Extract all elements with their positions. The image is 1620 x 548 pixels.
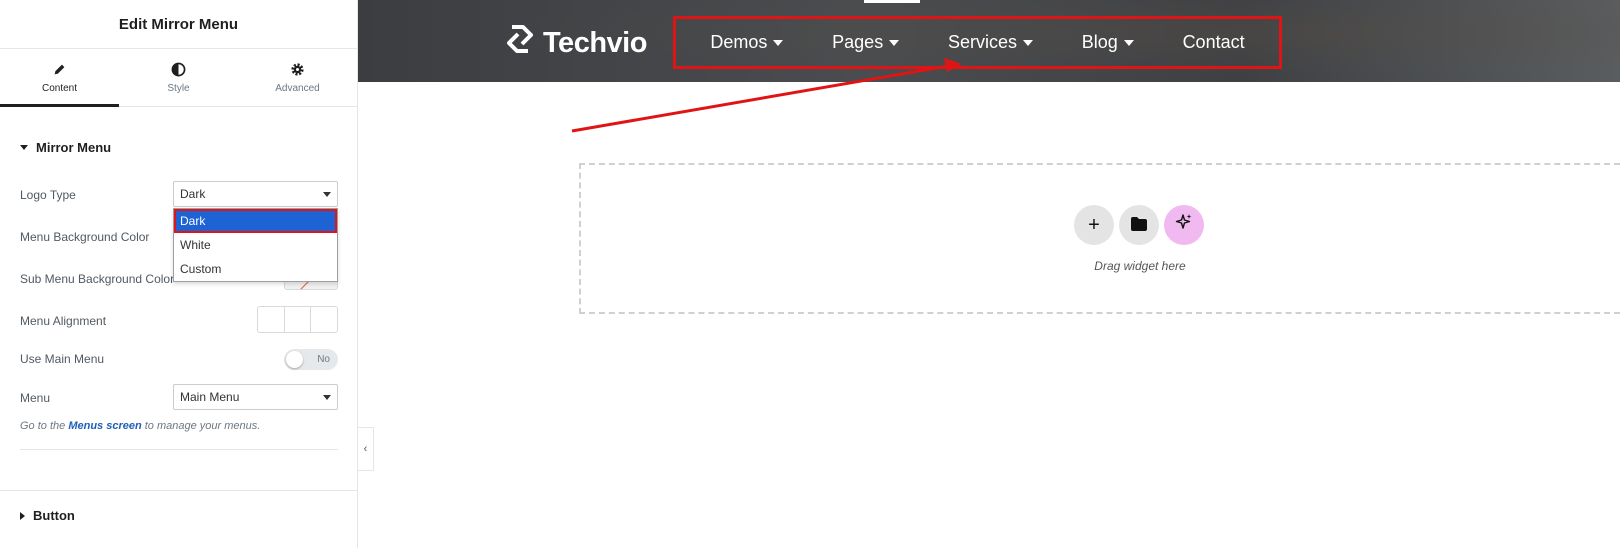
header-indicator	[864, 0, 920, 3]
pencil-icon	[52, 61, 68, 77]
tab-content-label: Content	[41, 83, 78, 94]
logo-type-value: Dark	[180, 187, 206, 201]
caret-down-icon	[1123, 39, 1134, 46]
section-mirror-menu[interactable]: Mirror Menu	[20, 140, 111, 155]
caret-down-icon	[889, 39, 900, 46]
menu-alignment-label: Menu Alignment	[20, 314, 107, 328]
divider	[20, 449, 338, 450]
logo-type-option-custom[interactable]: Custom	[174, 257, 337, 281]
nav-item-services[interactable]: Services	[948, 32, 1033, 53]
use-main-menu-label: Use Main Menu	[20, 352, 105, 366]
chevron-down-icon	[323, 192, 331, 197]
panel-collapse-button[interactable]: ‹	[358, 427, 374, 471]
logo-type-option-white[interactable]: White	[174, 233, 337, 257]
tab-style[interactable]: Style	[119, 49, 238, 106]
add-section-button[interactable]: +	[1074, 205, 1114, 245]
editor-panel: Edit Mirror Menu Content Style Advanced	[0, 0, 358, 548]
nav-label: Blog	[1081, 32, 1118, 52]
section-button[interactable]: Button	[20, 508, 75, 523]
sub-menu-bg-color-label: Sub Menu Background Color	[20, 272, 175, 286]
nav-item-blog[interactable]: Blog	[1082, 32, 1134, 53]
dropzone-text: Drag widget here	[1094, 259, 1186, 273]
nav-label: Demos	[710, 32, 768, 52]
nav-label: Services	[947, 32, 1017, 52]
logo-type-dropdown: Dark White Custom	[173, 208, 338, 282]
toggle-state: No	[317, 354, 330, 365]
align-left-button[interactable]	[258, 307, 285, 332]
caret-down-icon	[1023, 39, 1033, 46]
caret-down-icon	[20, 145, 28, 150]
help-suffix: to manage your menus.	[141, 420, 261, 432]
logo-type-option-dark[interactable]: Dark	[174, 209, 337, 233]
logo-text: Techvio	[543, 26, 647, 59]
menu-label: Menu	[20, 391, 51, 405]
nav-label: Pages	[832, 32, 884, 52]
section-separator	[0, 490, 358, 491]
logo-mark-icon	[503, 22, 537, 64]
menu-alignment-choices	[257, 306, 338, 333]
nav-item-pages[interactable]: Pages	[832, 32, 900, 53]
align-center-button[interactable]	[285, 307, 312, 332]
menu-select[interactable]: Main Menu	[173, 384, 338, 410]
gear-icon	[290, 61, 306, 77]
caret-down-icon	[773, 39, 784, 46]
section-button-label: Button	[33, 508, 75, 523]
use-main-menu-toggle[interactable]: No	[284, 349, 338, 370]
logo-type-label: Logo Type	[20, 188, 76, 202]
sparkle-icon	[1175, 213, 1193, 237]
template-library-button[interactable]	[1119, 205, 1159, 245]
menu-value: Main Menu	[180, 390, 240, 404]
align-right-button[interactable]	[311, 307, 337, 332]
ai-button[interactable]	[1164, 205, 1204, 245]
caret-right-icon	[20, 511, 25, 520]
plus-icon: +	[1088, 213, 1100, 236]
half-circle-icon	[171, 61, 187, 77]
panel-title: Edit Mirror Menu	[0, 0, 357, 49]
menu-bg-color-label: Menu Background Color	[20, 230, 150, 244]
tab-content[interactable]: Content	[0, 49, 119, 107]
tab-advanced[interactable]: Advanced	[238, 49, 357, 106]
nav-label: Contact	[1182, 32, 1245, 52]
main-nav: Demos Pages Services Blog Contact	[673, 16, 1282, 69]
toggle-knob	[286, 351, 303, 368]
tab-style-label: Style	[167, 83, 190, 94]
site-logo[interactable]: Techvio	[503, 22, 647, 64]
help-prefix: Go to the	[20, 420, 69, 432]
chevron-left-icon: ‹	[363, 443, 368, 455]
logo-type-select[interactable]: Dark	[173, 181, 338, 207]
nav-item-contact[interactable]: Contact	[1183, 32, 1245, 53]
section-mirror-menu-label: Mirror Menu	[36, 140, 112, 155]
folder-icon	[1131, 214, 1147, 237]
menus-help-text: Go to the Menus screen to manage your me…	[20, 420, 260, 432]
tab-advanced-label: Advanced	[275, 83, 320, 94]
chevron-down-icon	[323, 395, 331, 400]
menus-screen-link[interactable]: Menus screen	[68, 420, 141, 432]
nav-item-demos[interactable]: Demos	[710, 32, 784, 53]
site-header: Techvio Demos Pages Services Blog Contac…	[358, 0, 1620, 82]
panel-tabs: Content Style Advanced	[0, 49, 357, 107]
